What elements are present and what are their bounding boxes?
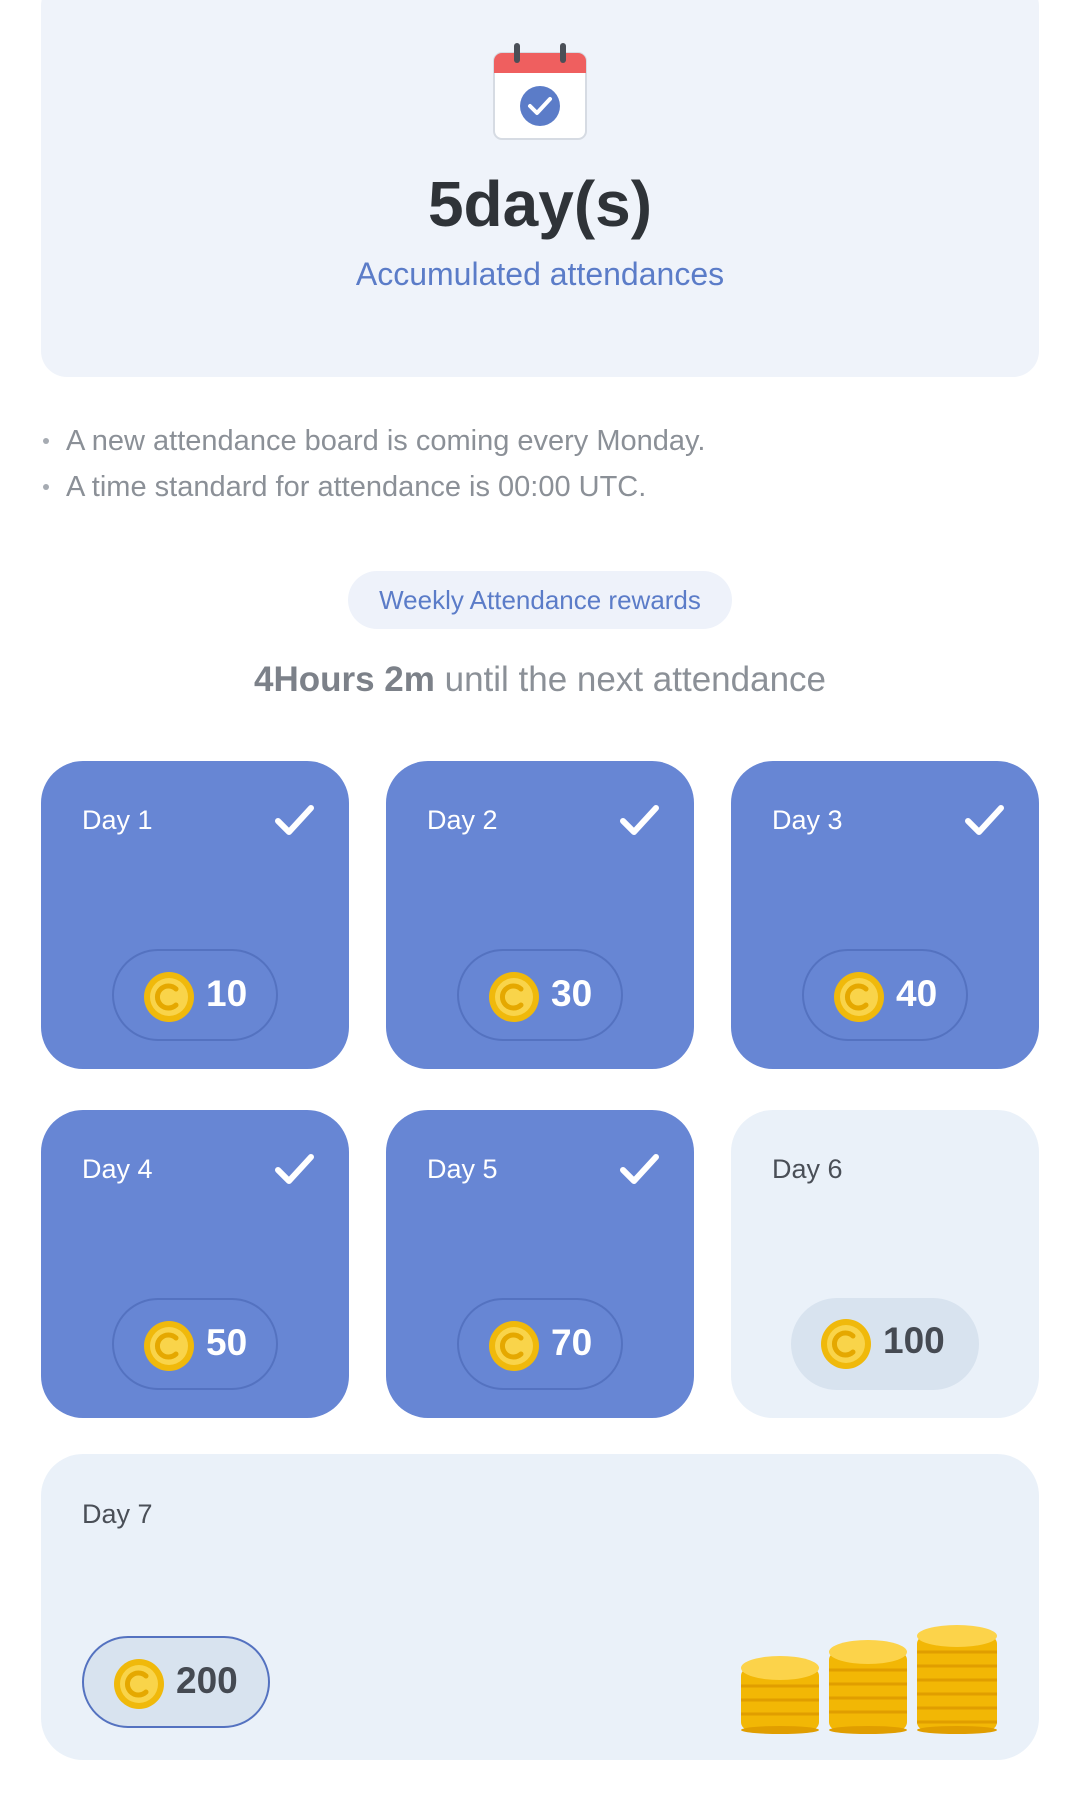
countdown-suffix: until the next attendance [434,660,827,699]
coin-icon [834,972,884,1022]
note-item: A new attendance board is coming every M… [40,418,1040,464]
reward-amount: 10 [206,973,248,1014]
reward-amount: 40 [896,973,938,1014]
calendar-check-icon [493,43,587,140]
day-label: Day 3 [772,805,843,835]
attendance-summary-card: 5day(s) Accumulated attendances [41,0,1039,377]
day-card-4[interactable]: Day 4 50 [41,1110,349,1418]
day-card-1[interactable]: Day 1 10 [41,761,349,1069]
day-card-7[interactable]: Day 7 200 [41,1454,1039,1760]
reward-pill: 200 [82,1636,270,1728]
reward-pill: 40 [802,949,968,1041]
coin-icon [144,972,194,1022]
day-label: Day 7 [82,1499,153,1529]
reward-pill: 30 [457,949,623,1041]
reward-amount: 100 [883,1320,945,1361]
day-label: Day 5 [427,1154,498,1184]
day-card-5[interactable]: Day 5 70 [386,1110,694,1418]
check-icon [965,805,1004,835]
next-attendance-countdown: 4Hours 2m until the next attendance [0,660,1080,700]
attendance-notes: A new attendance board is coming every M… [40,418,1040,510]
coin-icon [489,1321,539,1371]
accumulated-days-label: Accumulated attendances [355,256,725,292]
countdown-time: 4Hours 2m [253,660,435,699]
day-label: Day 4 [82,1154,153,1184]
note-item: A time standard for attendance is 00:00 … [40,464,1040,510]
coin-icon [114,1659,164,1709]
day-label: Day 1 [82,805,153,835]
reward-amount: 200 [176,1660,238,1701]
check-icon [620,1154,659,1184]
day-card-2[interactable]: Day 2 30 [386,761,694,1069]
check-icon [275,1154,314,1184]
weekly-rewards-badge: Weekly Attendance rewards [348,571,732,629]
coin-icon [144,1321,194,1371]
day-card-6[interactable]: Day 6 100 [731,1110,1039,1418]
day-label: Day 2 [427,805,498,835]
coin-stacks-icon [741,1625,997,1734]
check-icon [275,805,314,835]
reward-pill: 10 [112,949,278,1041]
reward-amount: 50 [206,1322,248,1363]
day-card-3[interactable]: Day 3 40 [731,761,1039,1069]
accumulated-days-count: 5day(s) [427,168,653,240]
reward-pill: 100 [791,1298,979,1390]
reward-pill: 70 [457,1298,623,1390]
coin-icon [821,1319,871,1369]
reward-amount: 30 [551,973,593,1014]
reward-pill: 50 [112,1298,278,1390]
check-icon [620,805,659,835]
day-label: Day 6 [772,1154,843,1184]
reward-amount: 70 [551,1322,593,1363]
coin-icon [489,972,539,1022]
